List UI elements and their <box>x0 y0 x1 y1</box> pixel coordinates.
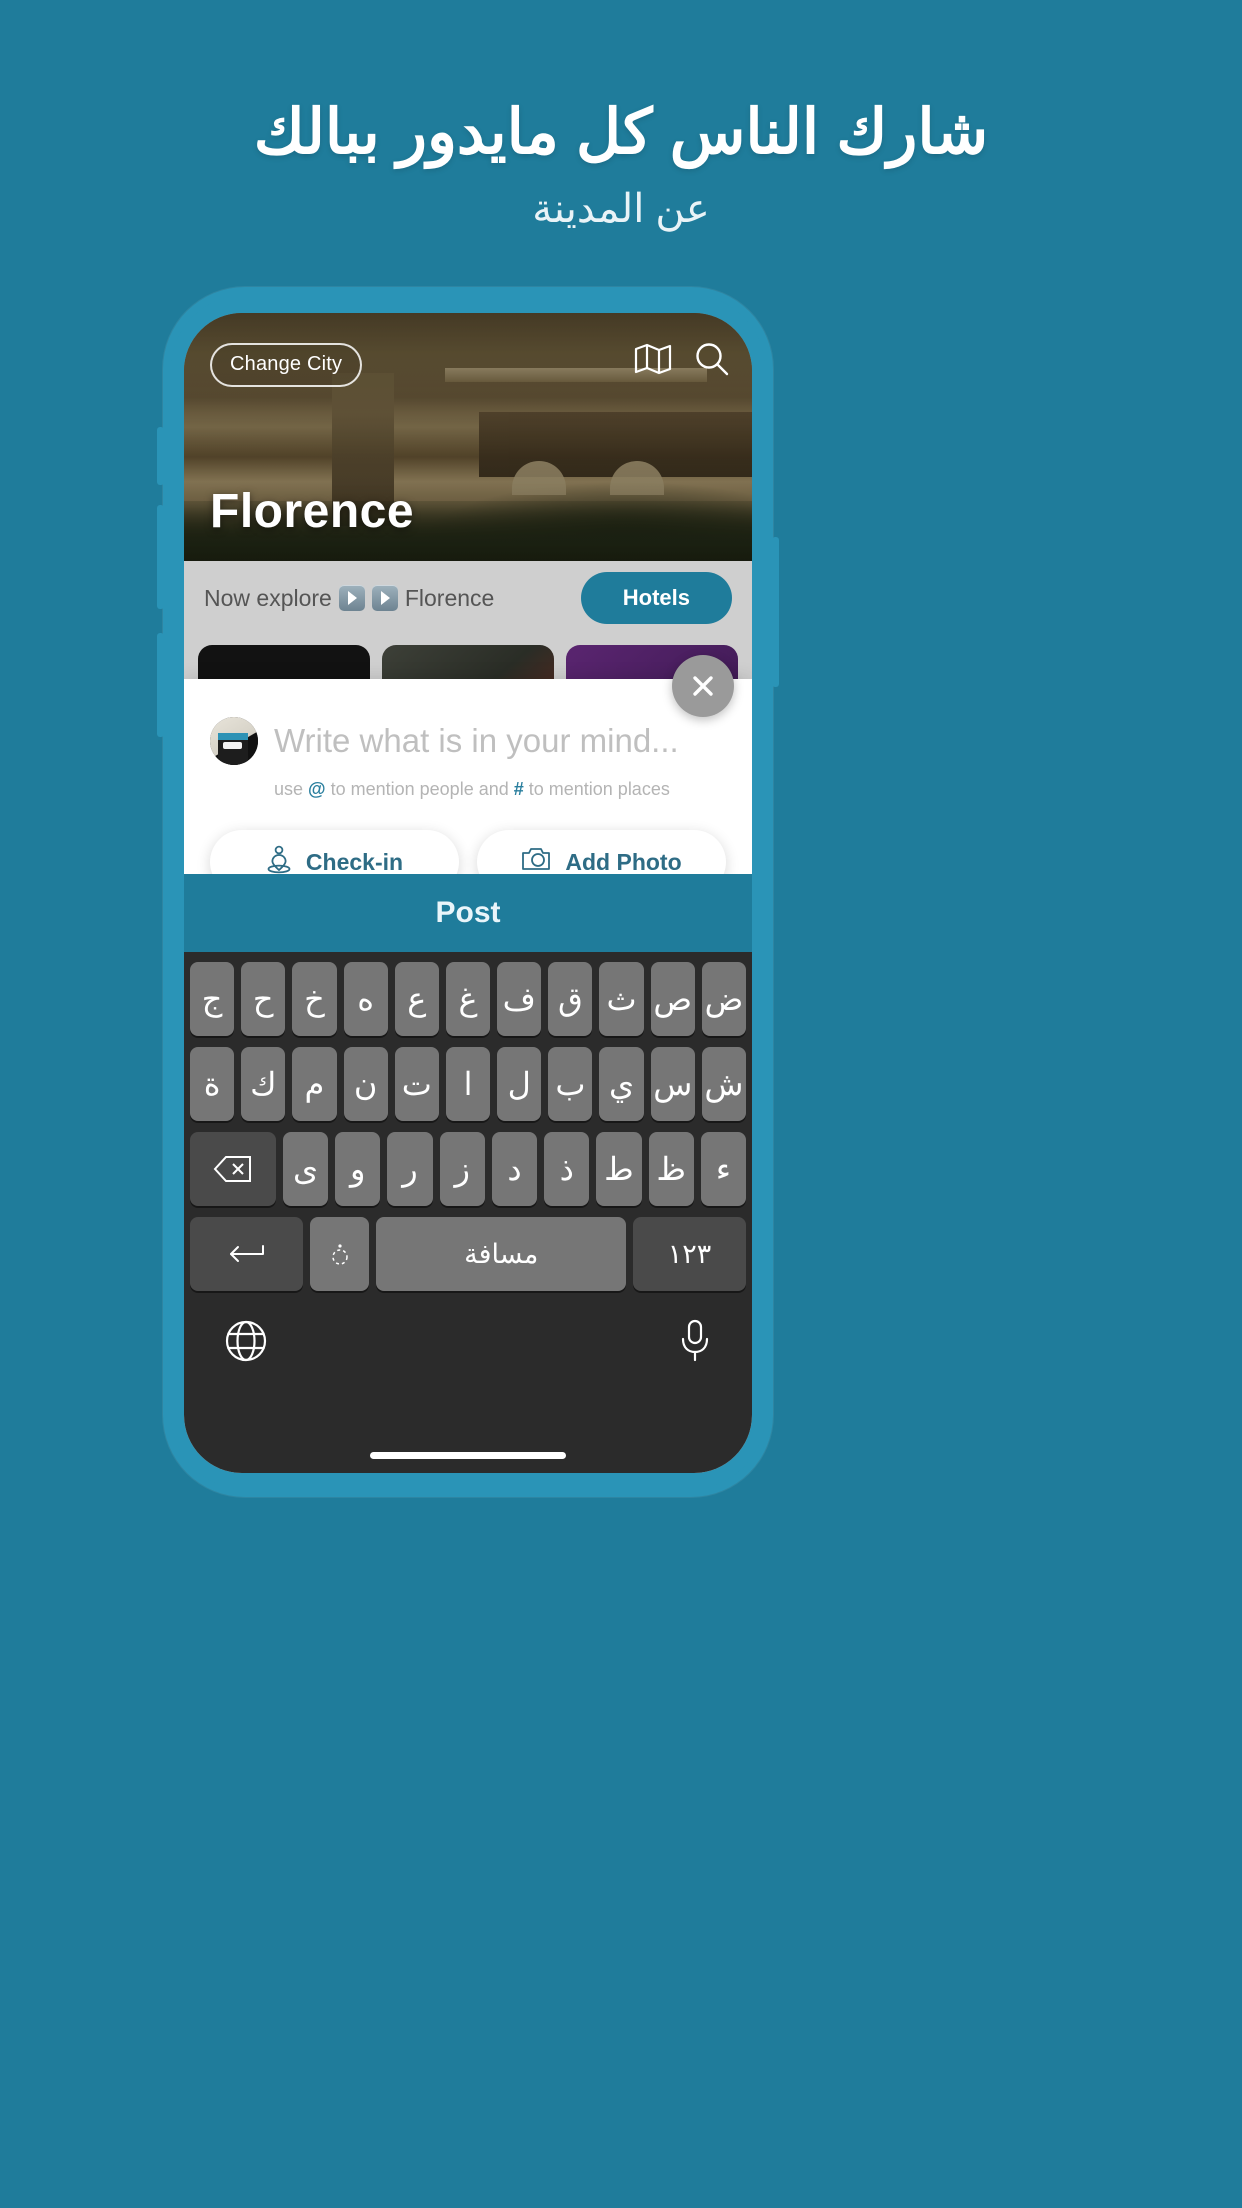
key[interactable]: ز <box>439 1132 485 1206</box>
add-photo-label: Add Photo <box>565 848 682 875</box>
phone-screen: Change City Florence Now explore Florenc… <box>184 313 752 1473</box>
key[interactable]: ج <box>189 962 235 1036</box>
key[interactable]: ي <box>599 1047 644 1121</box>
key[interactable]: ط <box>596 1132 642 1206</box>
key[interactable]: ق <box>548 962 593 1036</box>
microphone-icon[interactable] <box>678 1318 712 1369</box>
key[interactable]: ص <box>650 962 695 1036</box>
composer-input-row[interactable]: Write what is in your mind... <box>184 679 752 765</box>
key[interactable]: ت <box>394 1047 439 1121</box>
home-indicator <box>370 1452 566 1459</box>
composer-placeholder: Write what is in your mind... <box>274 722 679 759</box>
city-name: Florence <box>210 485 415 538</box>
change-city-button[interactable]: Change City <box>210 343 363 387</box>
change-city-label: Change City <box>230 353 343 375</box>
avatar <box>210 717 258 765</box>
check-in-label: Check-in <box>305 848 404 875</box>
key[interactable]: ك <box>241 1047 286 1121</box>
keyboard-row-3: ء ظ ط ذ د ز ر و ى <box>189 1132 747 1206</box>
phone-mockup: Change City Florence Now explore Florenc… <box>157 287 779 1497</box>
key[interactable]: ض <box>701 962 747 1036</box>
return-icon[interactable] <box>190 1217 303 1291</box>
key[interactable]: ث <box>599 962 644 1036</box>
hero-actions <box>634 341 730 377</box>
hint-prefix: use <box>274 779 309 799</box>
phone-power-button <box>772 537 779 687</box>
numbers-key[interactable]: ١٢٣ <box>633 1217 746 1291</box>
key[interactable]: س <box>650 1047 695 1121</box>
backspace-icon[interactable] <box>189 1132 276 1206</box>
key[interactable]: ل <box>497 1047 542 1121</box>
key[interactable]: و <box>335 1132 381 1206</box>
explore-city: Florence <box>404 584 495 611</box>
key[interactable]: ش <box>701 1047 747 1121</box>
keyboard-row-4: ١٢٣ مسافة <box>190 1217 746 1291</box>
globe-icon[interactable] <box>224 1319 268 1368</box>
keyboard-row-2: ش س ي ب ل ا ت ن م ك ة <box>189 1047 747 1121</box>
key[interactable]: ى <box>282 1132 329 1206</box>
key[interactable]: ء <box>700 1132 747 1206</box>
phone-volume-up-button <box>157 505 164 609</box>
explore-prefix: Now explore <box>204 584 332 611</box>
search-icon[interactable] <box>694 341 730 377</box>
promo-subheadline: عن المدينة <box>532 187 710 231</box>
promo-screenshot: شارك الناس كل مايدور ببالك عن المدينة Ch… <box>0 0 1242 2208</box>
key[interactable]: م <box>292 1047 337 1121</box>
post-button[interactable]: Post <box>184 874 752 952</box>
map-icon[interactable] <box>634 343 672 375</box>
phone-volume-down-button <box>157 633 164 737</box>
city-hero: Change City Florence <box>184 313 752 561</box>
at-symbol: @ <box>308 779 326 799</box>
mention-hint: use @ to mention people and # to mention… <box>184 765 752 800</box>
phone-silent-switch <box>157 427 164 485</box>
promo-headline: شارك الناس كل مايدور ببالك <box>253 98 989 167</box>
key[interactable]: ب <box>548 1047 593 1121</box>
space-key[interactable]: مسافة <box>376 1217 627 1291</box>
key[interactable]: ا <box>445 1047 491 1121</box>
key[interactable]: خ <box>292 962 337 1036</box>
key[interactable]: ح <box>241 962 286 1036</box>
double-chevron-right-icon-2 <box>371 585 398 611</box>
hint-mid: to mention people and <box>325 779 514 799</box>
explore-text: Now explore Florence <box>204 585 494 612</box>
post-composer-sheet: Write what is in your mind... use @ to m… <box>184 655 752 894</box>
hotels-label: Hotels <box>622 585 690 610</box>
key[interactable]: ن <box>343 1047 388 1121</box>
explore-bar: Now explore Florence Hotels <box>184 561 752 635</box>
key[interactable]: ر <box>387 1132 433 1206</box>
keyboard-bottom-row <box>190 1302 746 1369</box>
key[interactable]: ظ <box>648 1132 694 1206</box>
diacritic-key[interactable] <box>309 1217 370 1291</box>
key[interactable]: غ <box>445 962 491 1036</box>
hash-symbol: # <box>513 779 524 799</box>
key[interactable]: د <box>491 1132 538 1206</box>
key[interactable]: ع <box>394 962 439 1036</box>
keyboard-row-1: ض ص ث ق ف غ ع ه خ ح ج <box>189 962 747 1036</box>
close-icon[interactable] <box>672 655 734 717</box>
hint-suffix: to mention places <box>523 779 670 799</box>
double-chevron-right-icon <box>338 585 365 611</box>
key[interactable]: ة <box>189 1047 235 1121</box>
post-label: Post <box>435 896 501 929</box>
key[interactable]: ذ <box>544 1132 590 1206</box>
key[interactable]: ف <box>497 962 542 1036</box>
key[interactable]: ه <box>343 962 388 1036</box>
arabic-keyboard: ض ص ث ق ف غ ع ه خ ح ج ش س ي ب ل ا ت ن م … <box>184 952 752 1473</box>
hotels-button[interactable]: Hotels <box>580 572 732 624</box>
